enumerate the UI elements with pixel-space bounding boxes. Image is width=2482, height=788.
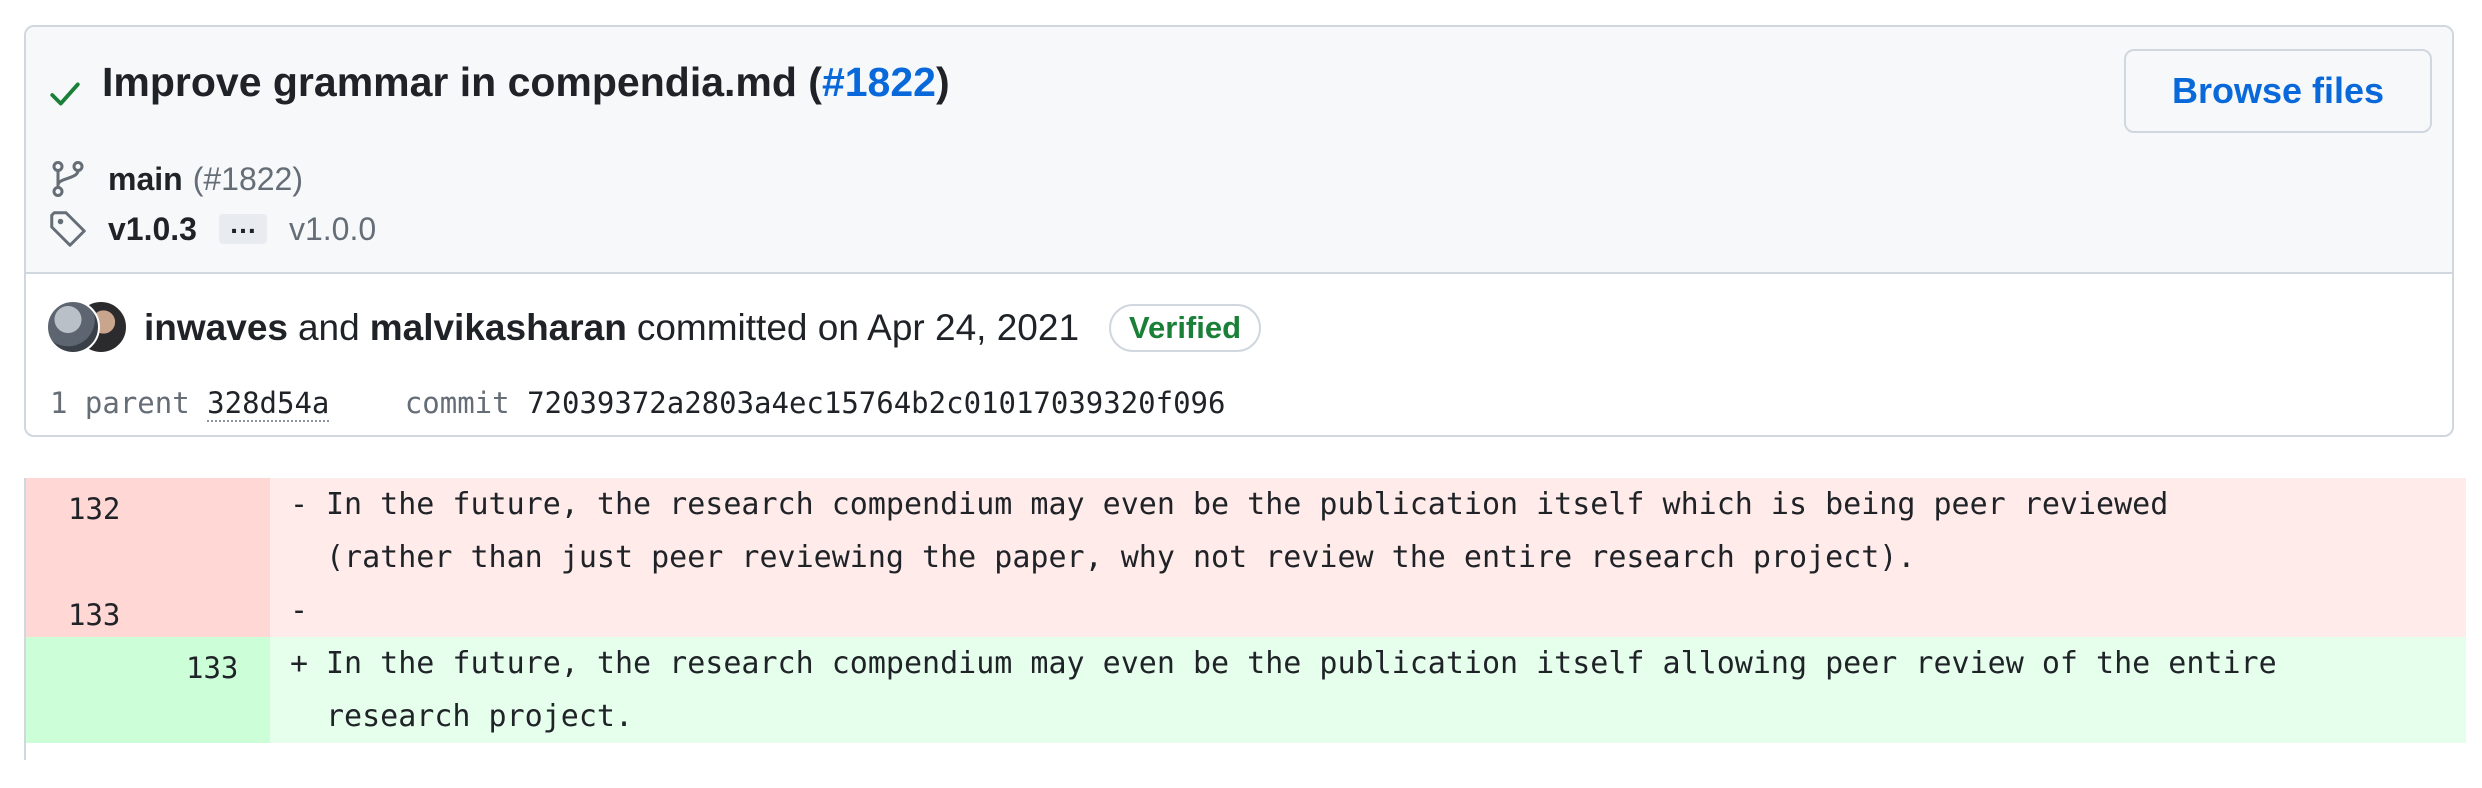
branch-row: main (#1822): [48, 157, 303, 201]
deletion-marker: -: [290, 487, 309, 522]
diff-row-deletion: 132 - In the future, the research compen…: [26, 478, 2466, 584]
latest-tag[interactable]: v1.0.3: [108, 211, 197, 248]
commit-sha: 72039372a2803a4ec15764b2c01017039320f096: [527, 386, 1226, 420]
commit-title-close: ): [935, 59, 950, 105]
parent-label: 1 parent: [50, 386, 190, 420]
tags-ellipsis-button[interactable]: …: [218, 210, 267, 244]
old-line-number[interactable]: 132: [68, 492, 120, 526]
verified-badge[interactable]: Verified: [1109, 304, 1262, 352]
avatar[interactable]: [46, 300, 100, 354]
author-avatars: [46, 300, 130, 356]
diff-row-addition: 133 + In the future, the research compen…: [26, 637, 2466, 743]
commit-details: inwaves and malvikasharan committed on A…: [26, 274, 2452, 435]
commit-header: Improve grammar in compendia.md (#1822) …: [26, 27, 2452, 274]
code-line: In the future, the research compendium m…: [326, 646, 2277, 681]
pull-request-link[interactable]: #1822: [822, 59, 936, 105]
commit-label: commit: [404, 386, 510, 420]
branch-pull-request: (#1822): [192, 160, 303, 197]
line-number-gutter: 133: [26, 584, 270, 637]
addition-marker: +: [290, 646, 309, 681]
parent-sha-link[interactable]: 328d54a: [207, 386, 330, 422]
author-link[interactable]: malvikasharan: [370, 307, 627, 349]
commit-card: Improve grammar in compendia.md (#1822) …: [24, 25, 2454, 437]
diff-view: 132 - In the future, the research compen…: [24, 478, 2466, 760]
tag-row: v1.0.3 … v1.0.0: [48, 207, 376, 251]
oldest-tag[interactable]: v1.0.0: [289, 211, 376, 248]
diff-code: -: [270, 584, 2466, 637]
and-text: and: [297, 307, 360, 348]
tag-icon: [50, 211, 86, 247]
line-number-gutter: 132: [26, 478, 270, 584]
new-line-number[interactable]: 133: [186, 651, 238, 685]
check-icon: [50, 82, 80, 106]
commit-authorship: inwaves and malvikasharan committed on A…: [144, 298, 1262, 358]
committed-date: committed on Apr 24, 2021: [636, 307, 1080, 348]
commit-title: Improve grammar in compendia.md (#1822): [102, 59, 950, 106]
diff-code: + In the future, the research compendium…: [270, 637, 2466, 743]
commit-sha-row: 1 parent 328d54a commit 72039372a2803a4e…: [50, 386, 1226, 422]
browse-files-button[interactable]: Browse files: [2124, 49, 2432, 133]
git-branch-icon: [52, 160, 84, 197]
author-link[interactable]: inwaves: [144, 307, 288, 349]
old-line-number[interactable]: 133: [68, 598, 120, 632]
code-line: (rather than just peer reviewing the pap…: [326, 540, 1916, 575]
deletion-marker: -: [290, 593, 309, 628]
commit-title-text: Improve grammar in compendia.md (: [102, 59, 822, 105]
code-line: In the future, the research compendium m…: [326, 487, 2169, 522]
diff-row-deletion: 133 -: [26, 584, 2466, 637]
branch-name[interactable]: main: [108, 161, 183, 198]
line-number-gutter: 133: [26, 637, 270, 743]
code-line: research project.: [326, 699, 634, 734]
diff-code: - In the future, the research compendium…: [270, 478, 2466, 584]
